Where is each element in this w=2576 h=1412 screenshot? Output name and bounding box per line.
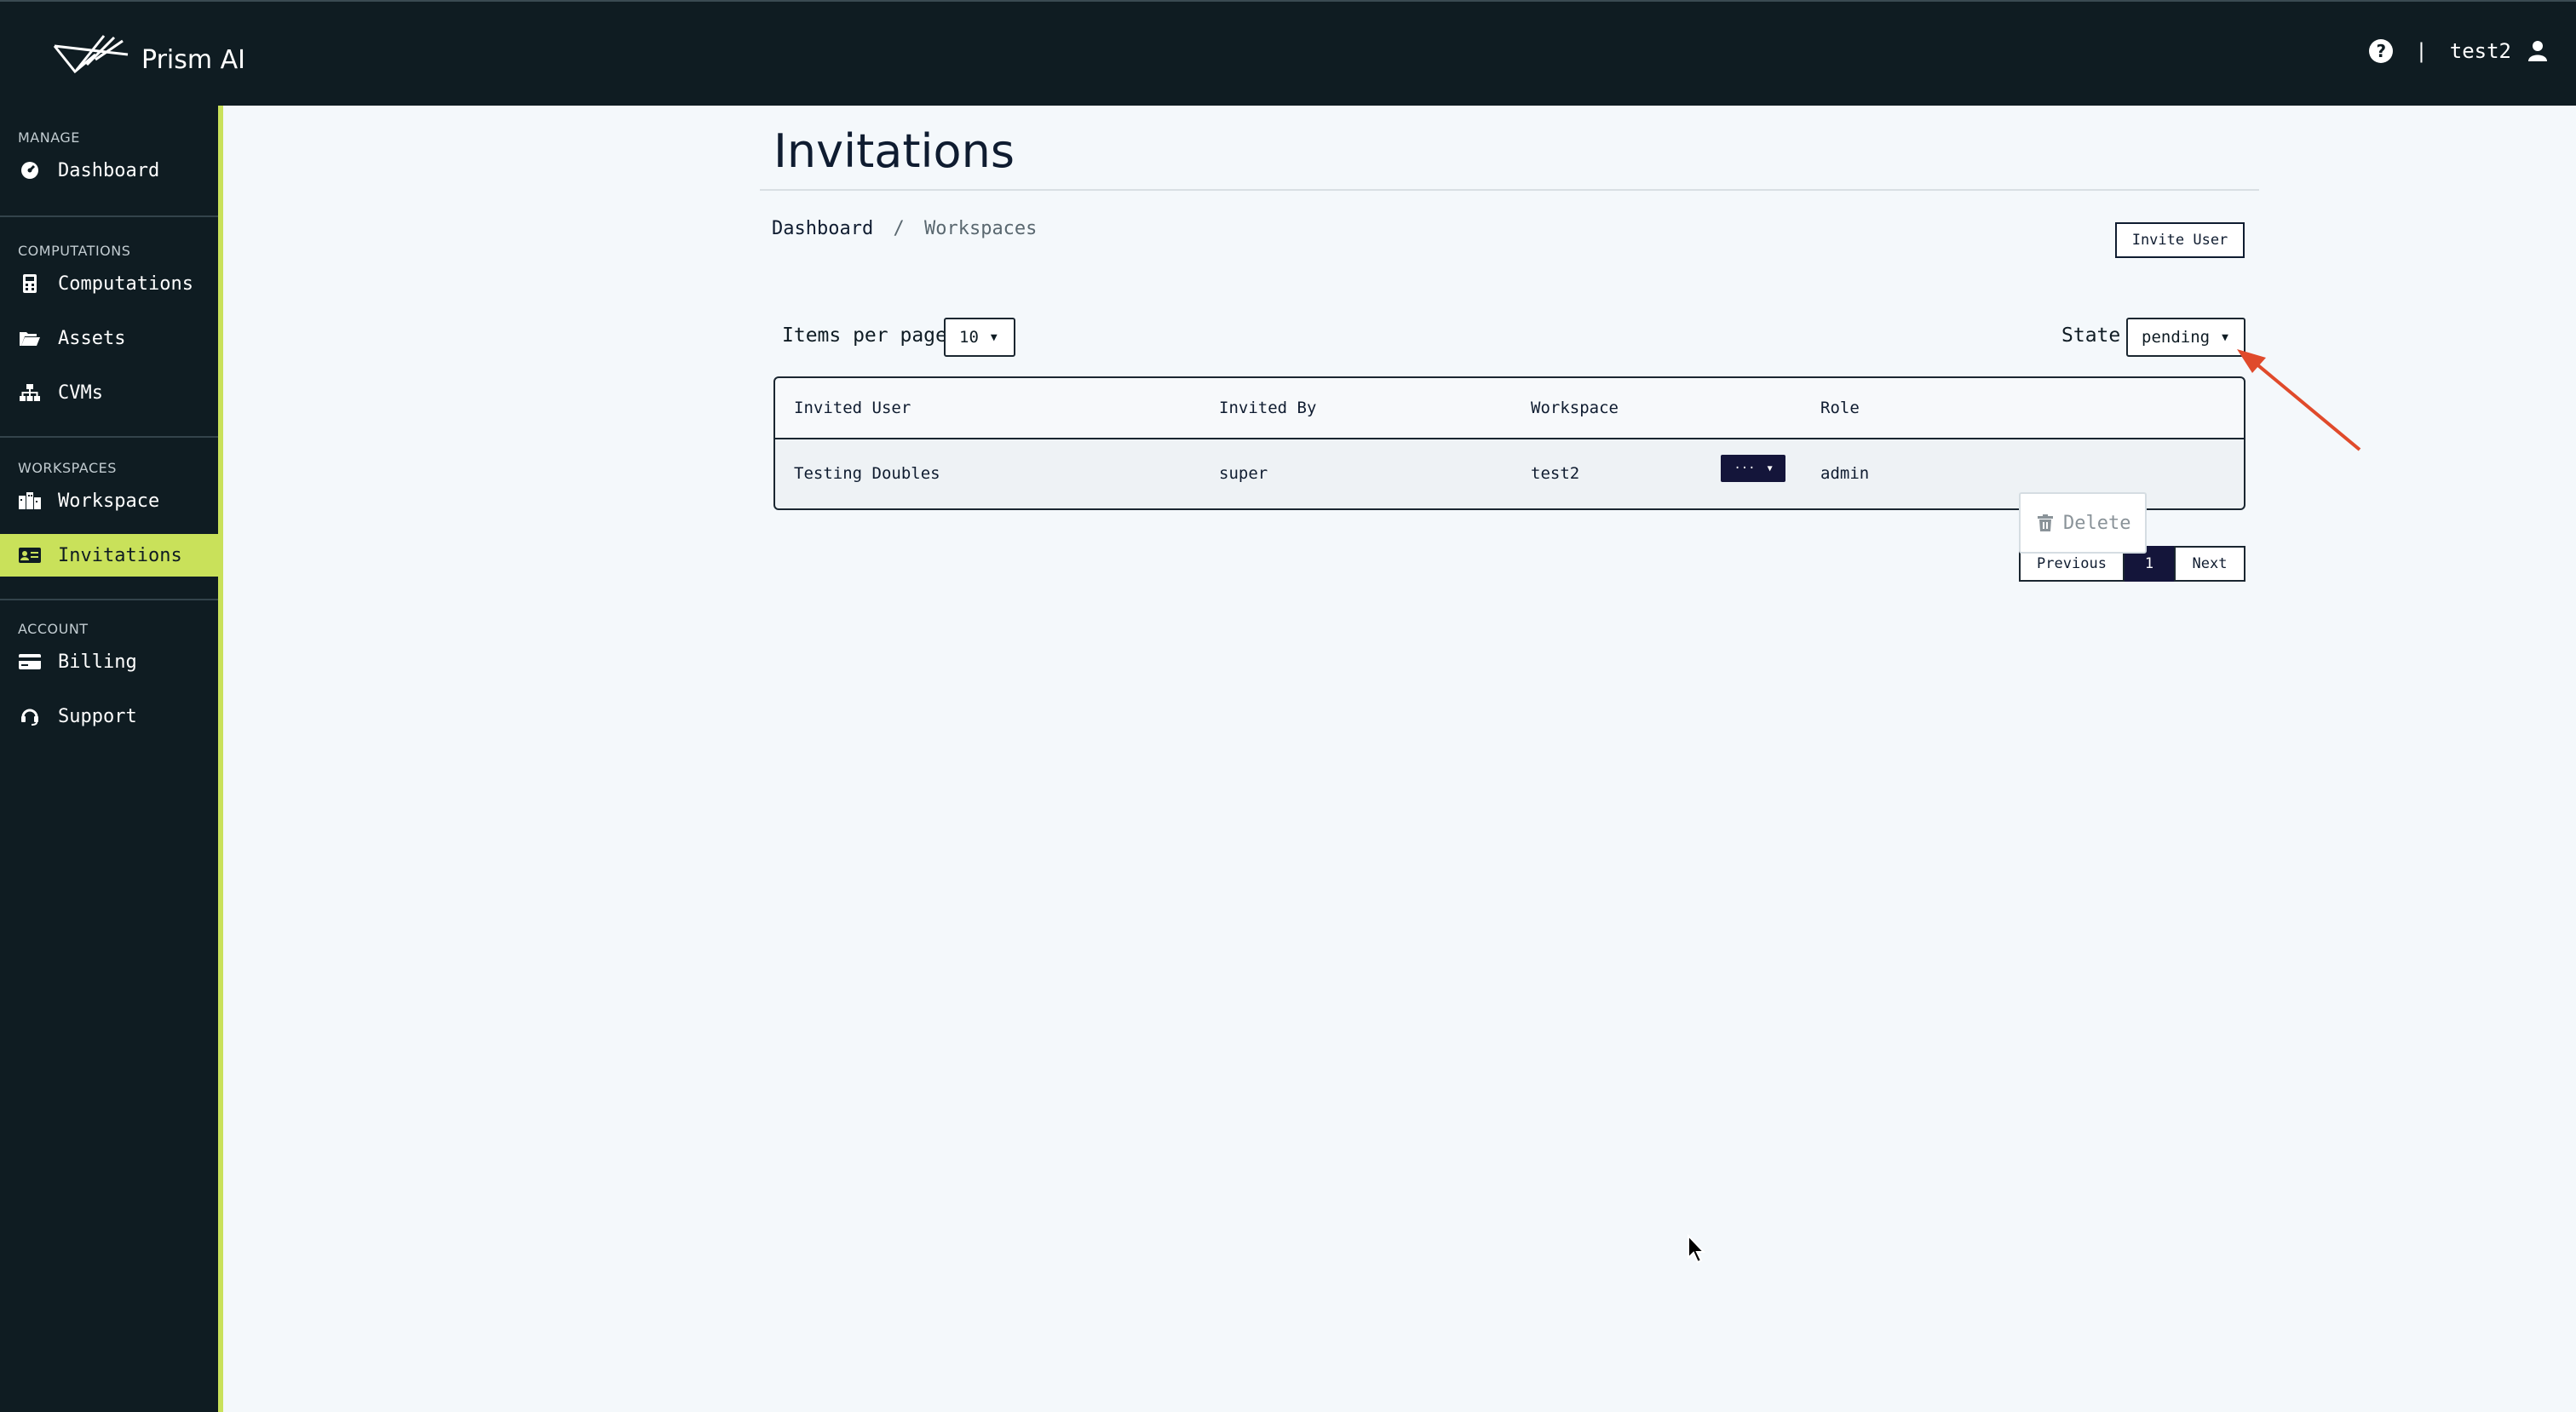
main-content: Invitations Dashboard / Workspaces Invit… [223, 106, 2576, 1412]
user-area: ? | test2 [2369, 39, 2547, 63]
breadcrumb-current: Workspaces [923, 218, 1038, 239]
calculator-icon [19, 274, 41, 293]
headset-icon [19, 707, 41, 726]
column-header: Invited By [1219, 399, 1317, 417]
delete-menu-item[interactable]: Delete [2063, 513, 2130, 534]
username[interactable]: test2 [2450, 39, 2511, 63]
sidebar-item-label: Dashboard [58, 159, 160, 181]
prism-logo-icon [53, 35, 129, 74]
top-bar: Prism AI ? | test2 [0, 0, 2576, 106]
sidebar-section-account: ACCOUNT [18, 621, 89, 637]
cell-workspace: test2 [1531, 464, 1580, 483]
items-per-page-label: Items per page [782, 324, 947, 347]
sidebar-section-computations: COMPUTATIONS [18, 243, 131, 259]
folder-open-icon [19, 330, 41, 346]
caret-down-icon: ▼ [1767, 463, 1773, 474]
user-icon[interactable] [2528, 41, 2547, 61]
column-header: Invited User [794, 399, 911, 417]
breadcrumb-dashboard[interactable]: Dashboard [772, 218, 873, 239]
id-card-icon [19, 548, 41, 563]
building-icon [19, 492, 41, 509]
caret-down-icon: ▼ [2222, 330, 2228, 344]
table-header: Invited User Invited By Workspace Role [775, 378, 2244, 439]
sidebar-item-cvms[interactable]: CVMs [0, 371, 218, 414]
row-actions-button[interactable]: ··· ▼ [1721, 455, 1785, 482]
cell-invited-by: super [1219, 464, 1268, 483]
sidebar-item-support[interactable]: Support [0, 695, 218, 738]
page-title: Invitations [773, 124, 1015, 178]
sidebar-item-billing[interactable]: Billing [0, 640, 218, 683]
cell-invited-user: Testing Doubles [794, 464, 940, 483]
state-value: pending [2142, 328, 2211, 347]
column-header: Workspace [1531, 399, 1619, 417]
sidebar-item-label: CVMs [58, 382, 103, 404]
sitemap-icon [19, 384, 41, 401]
state-label: State [2061, 324, 2121, 347]
gauge-icon [19, 161, 41, 180]
sidebar-item-label: Assets [58, 327, 126, 349]
sidebar: MANAGE Dashboard COMPUTATIONS Computatio… [0, 106, 223, 1412]
sidebar-item-invitations[interactable]: Invitations [0, 534, 218, 577]
column-header: Role [1820, 399, 1860, 417]
credit-card-icon [19, 654, 41, 669]
trash-icon [2038, 514, 2053, 531]
header-separator: | [2415, 39, 2428, 63]
sidebar-section-manage: MANAGE [18, 129, 80, 146]
sidebar-item-label: Billing [58, 651, 137, 673]
breadcrumb-separator: / [893, 218, 905, 239]
sidebar-item-label: Computations [58, 273, 193, 295]
sidebar-item-label: Workspace [58, 490, 160, 512]
invitations-table: Invited User Invited By Workspace Role T… [773, 376, 2245, 510]
ellipsis-icon: ··· [1734, 462, 1756, 475]
sidebar-section-workspaces: WORKSPACES [18, 460, 117, 476]
breadcrumb: Dashboard / Workspaces [772, 218, 1037, 239]
items-per-page-value: 10 [959, 328, 979, 347]
title-divider [760, 189, 2259, 191]
next-page-button[interactable]: Next [2174, 546, 2245, 582]
state-select[interactable]: pending ▼ [2126, 318, 2245, 357]
items-per-page-select[interactable]: 10 ▼ [944, 318, 1015, 357]
sidebar-item-dashboard[interactable]: Dashboard [0, 149, 218, 192]
sidebar-item-label: Support [58, 705, 137, 727]
row-actions-dropdown: Delete [2019, 492, 2147, 554]
sidebar-item-computations[interactable]: Computations [0, 262, 218, 305]
question-circle-icon[interactable]: ? [2369, 39, 2394, 63]
sidebar-item-assets[interactable]: Assets [0, 317, 218, 359]
invite-user-button[interactable]: Invite User [2115, 222, 2245, 258]
brand-logo[interactable]: Prism AI [53, 32, 245, 77]
cell-role: admin [1820, 464, 1870, 483]
caret-down-icon: ▼ [990, 330, 998, 344]
mouse-cursor-icon [1688, 1234, 1706, 1264]
sidebar-item-label: Invitations [58, 544, 182, 566]
app-name: Prism AI [141, 44, 245, 75]
sidebar-item-workspace[interactable]: Workspace [0, 479, 218, 522]
